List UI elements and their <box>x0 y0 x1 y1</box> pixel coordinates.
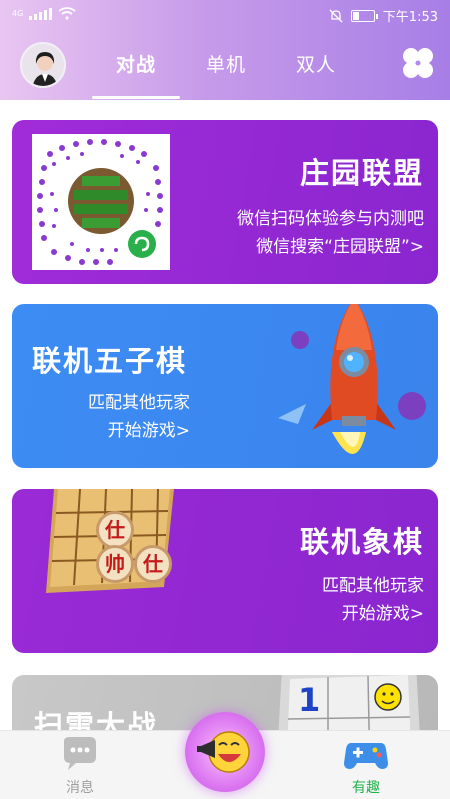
nav-item-messages[interactable]: 消息 <box>40 737 120 797</box>
nav-label-fun: 有趣 <box>352 780 380 796</box>
qr-code-image <box>32 134 170 270</box>
tab-single[interactable]: 单机 <box>206 50 246 77</box>
card-title: 庄园联盟 <box>299 156 424 190</box>
network-type: 4G <box>12 9 24 18</box>
chat-bubble-icon <box>64 737 96 770</box>
nav-label-messages: 消息 <box>66 780 94 796</box>
card-desc-line-2[interactable]: 微信搜索“庄园联盟”> <box>256 232 424 257</box>
game-card-manor-alliance[interactable]: 庄园联盟 微信扫码体验参与内测吧 微信搜索“庄园联盟”> <box>12 120 438 284</box>
card-desc-line-1: 匹配其他玩家 <box>88 393 190 413</box>
mode-tabs: 对战 单机 双人 <box>0 50 450 99</box>
game-card-online-chess[interactable]: 仕 帅 仕 联机象棋 匹配其他玩家 开始游戏> <box>12 489 438 653</box>
signal-icon <box>29 7 53 20</box>
status-bar: 4G 下午1:53 <box>0 0 450 30</box>
mute-bell-icon <box>329 9 343 22</box>
tab-double[interactable]: 双人 <box>296 50 336 77</box>
mine-count-number: 1 <box>298 681 321 719</box>
card-title: 联机五子棋 <box>32 344 188 378</box>
card-desc-line-2[interactable]: 开始游戏> <box>108 416 190 441</box>
gamepad-icon <box>344 743 388 769</box>
status-time: 下午1:53 <box>382 10 438 25</box>
card-title: 联机象棋 <box>299 525 424 559</box>
card-desc-line-1: 匹配其他玩家 <box>322 576 424 596</box>
chess-piece-advisor: 仕 <box>96 511 134 549</box>
clover-menu-icon[interactable] <box>400 45 436 81</box>
card-desc-line-1: 微信扫码体验参与内测吧 <box>237 209 424 229</box>
wifi-icon <box>58 7 76 20</box>
active-tab-indicator <box>92 96 180 99</box>
chess-piece-general: 帅 <box>96 545 134 583</box>
nav-item-fun[interactable]: 有趣 <box>326 737 406 797</box>
center-action-button[interactable] <box>185 712 265 792</box>
laughing-face-icon <box>197 731 250 773</box>
battery-icon <box>350 9 378 22</box>
tab-battle[interactable]: 对战 <box>116 50 156 77</box>
rocket-icon <box>278 304 426 454</box>
chess-piece-advisor: 仕 <box>134 545 172 583</box>
card-desc-line-2[interactable]: 开始游戏> <box>342 599 424 624</box>
game-card-online-gomoku[interactable]: 联机五子棋 匹配其他玩家 开始游戏> <box>12 304 438 468</box>
